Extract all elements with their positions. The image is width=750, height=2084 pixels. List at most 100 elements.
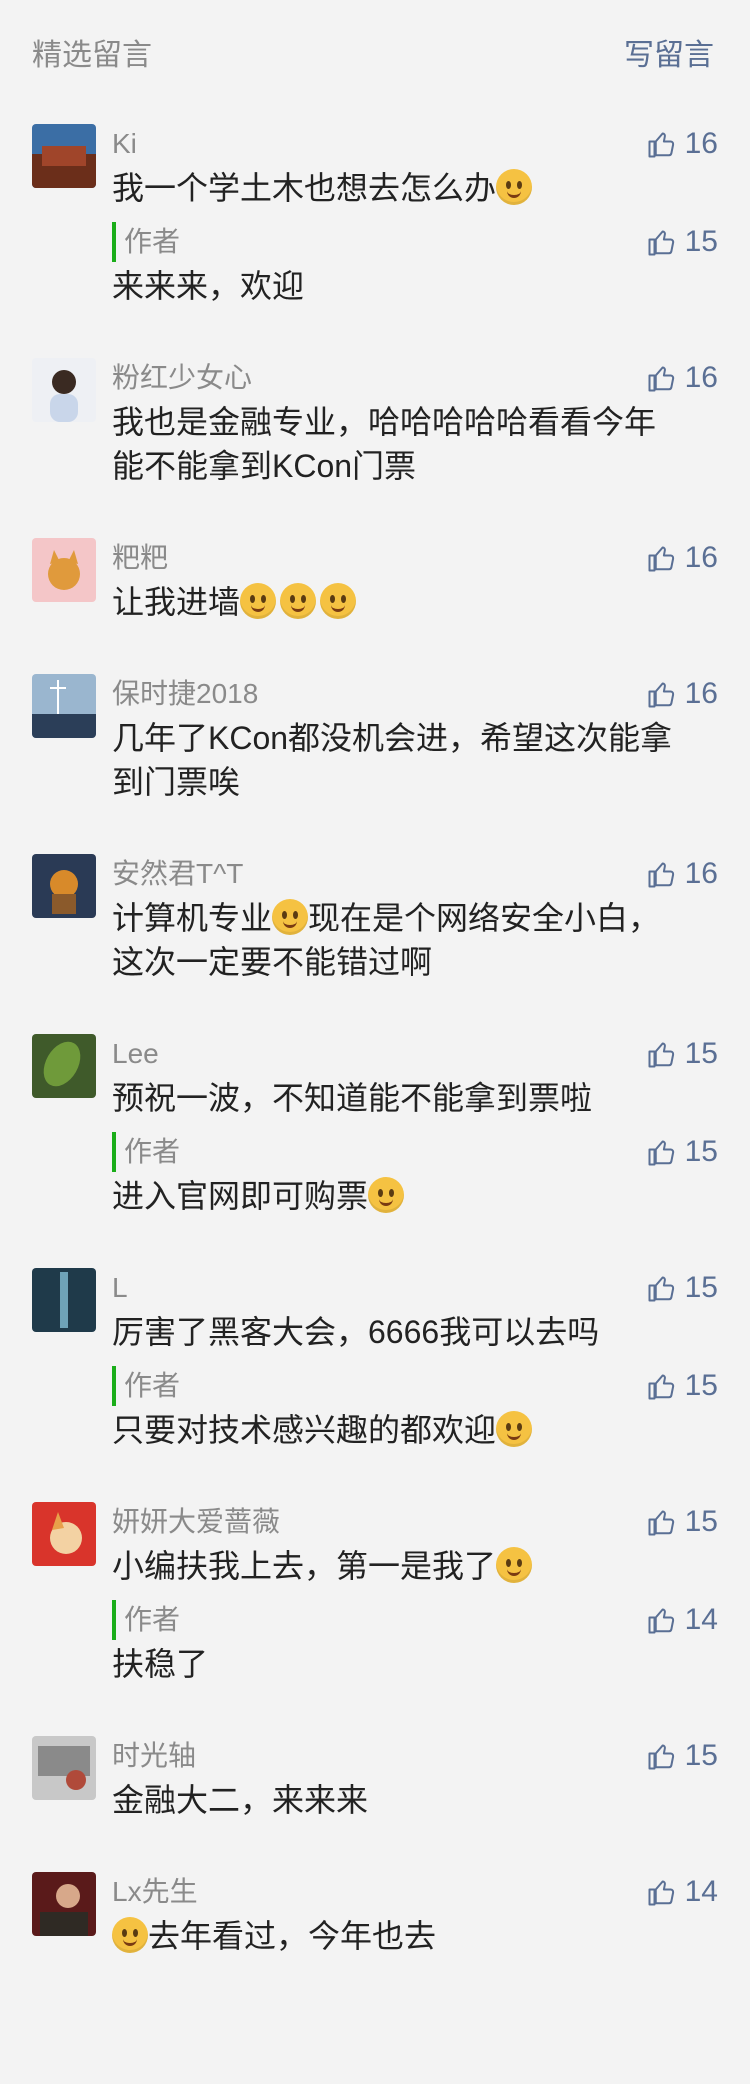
commenter-name: Ki xyxy=(112,128,137,159)
commenter-name: 保时捷2018 xyxy=(112,678,259,709)
commenter-name: 安然君T^T xyxy=(112,858,244,889)
smiley-emoji xyxy=(320,583,357,619)
commenter-name: Lx先生 xyxy=(112,1876,198,1907)
comment-item: 16 保时捷2018 几年了KCon都没机会进，希望这次能拿到门票唉 xyxy=(0,674,750,804)
commenter-name: 妍妍大爱蔷薇 xyxy=(112,1506,281,1537)
like-count: 14 xyxy=(684,1875,718,1908)
smiley-emoji xyxy=(496,169,533,205)
like-button[interactable]: 15 xyxy=(647,1366,718,1406)
like-count: 16 xyxy=(684,127,718,160)
like-count: 16 xyxy=(684,677,718,710)
reply-text: 只要对技术感兴趣的都欢迎 xyxy=(112,1408,718,1452)
like-count: 15 xyxy=(684,1135,718,1168)
commenter-name: 粑粑 xyxy=(112,542,169,573)
avatar[interactable] xyxy=(32,538,96,602)
commenter-name: 时光轴 xyxy=(112,1740,197,1771)
like-button[interactable]: 16 xyxy=(647,358,718,398)
thumbs-up-icon xyxy=(648,1374,674,1400)
comment-item: 15 Lee 预祝一波，不知道能不能拿到票啦 15 作者 进入官网即可购票 xyxy=(0,1034,750,1218)
commenter-name: 粉红少女心 xyxy=(112,362,253,393)
author-label: 作者 xyxy=(112,222,718,262)
like-count: 15 xyxy=(684,1271,718,1304)
avatar[interactable] xyxy=(32,358,96,422)
comment-item: 15 L 厉害了黑客大会，6666我可以去吗 15 作者 只要对技术感兴趣的都欢… xyxy=(0,1268,750,1452)
crying-emoji xyxy=(272,899,309,935)
thumbs-up-icon xyxy=(648,1042,674,1068)
commenter-name: Lee xyxy=(112,1038,159,1069)
thumbs-up-icon xyxy=(648,862,674,888)
like-count: 15 xyxy=(684,1739,718,1772)
author-label: 作者 xyxy=(112,1600,718,1640)
commenter-name: L xyxy=(112,1272,128,1303)
like-count: 16 xyxy=(684,361,718,394)
thumbs-up-icon xyxy=(648,682,674,708)
like-button[interactable]: 15 xyxy=(647,1034,718,1074)
comment-text: 几年了KCon都没机会进，希望这次能拿到门票唉 xyxy=(112,720,673,800)
like-button[interactable]: 16 xyxy=(647,854,718,894)
wink-emoji xyxy=(368,1177,405,1213)
thumbs-up-icon xyxy=(648,1140,674,1166)
thumbs-up-icon xyxy=(648,366,674,392)
smiley-emoji xyxy=(496,1547,533,1583)
avatar[interactable] xyxy=(32,124,96,188)
thumbs-up-icon xyxy=(648,1880,674,1906)
write-comment-link[interactable]: 写留言 xyxy=(624,30,714,74)
author-label: 作者 xyxy=(112,1366,718,1406)
reply-text: 扶稳了 xyxy=(112,1646,209,1682)
thumbs-up-icon xyxy=(648,230,674,256)
reply-text: 进入官网即可购票 xyxy=(112,1174,718,1218)
comment-item: 16 安然君T^T 计算机专业 现在是个网络安全小白，这次一定要不能错过啊 xyxy=(0,854,750,984)
like-button[interactable]: 14 xyxy=(647,1600,718,1640)
section-title: 精选留言 xyxy=(32,39,152,72)
author-label: 作者 xyxy=(112,1132,718,1172)
author-reply: 15 作者 来来来，欢迎 xyxy=(112,222,718,308)
comment-text: 预祝一波，不知道能不能拿到票啦 xyxy=(112,1080,593,1116)
comment-item: 15 时光轴 金融大二，来来来 xyxy=(0,1736,750,1822)
comment-text: 厉害了黑客大会，6666我可以去吗 xyxy=(112,1314,600,1350)
thumbs-up-icon xyxy=(648,1510,674,1536)
thumbs-up-icon xyxy=(648,1608,674,1634)
like-count: 14 xyxy=(684,1603,718,1636)
like-count: 15 xyxy=(684,225,718,258)
like-button[interactable]: 15 xyxy=(647,1502,718,1542)
avatar[interactable] xyxy=(32,854,96,918)
smiley-emoji xyxy=(240,583,277,619)
like-button[interactable]: 15 xyxy=(647,1132,718,1172)
reply-text: 来来来，欢迎 xyxy=(112,268,305,304)
comment-text: 计算机专业 现在是个网络安全小白，这次一定要不能错过啊 xyxy=(112,899,661,980)
like-button[interactable]: 16 xyxy=(647,124,718,164)
like-button[interactable]: 15 xyxy=(647,1736,718,1776)
thumbs-up-icon xyxy=(648,1276,674,1302)
author-reply: 14 作者 扶稳了 xyxy=(112,1600,718,1686)
smiley-emoji xyxy=(112,1917,148,1953)
comment-text: 我一个学土木也想去怎么办 xyxy=(112,166,718,210)
comment-item: 15 妍妍大爱蔷薇 小编扶我上去，第一是我了 14 作者 扶稳了 xyxy=(0,1502,750,1686)
like-button[interactable]: 15 xyxy=(647,222,718,262)
avatar[interactable] xyxy=(32,1872,96,1936)
comment-item: 16 Ki 我一个学土木也想去怎么办 15 作者 来来来，欢迎 xyxy=(0,124,750,308)
comments-header: 精选留言 写留言 xyxy=(0,0,750,100)
like-button[interactable]: 14 xyxy=(647,1872,718,1912)
comment-text: 让我进墙 xyxy=(112,580,718,624)
like-count: 15 xyxy=(684,1037,718,1070)
comment-item: 16 粉红少女心 我也是金融专业，哈哈哈哈哈看看今年能不能拿到KCon门票 xyxy=(0,358,750,488)
author-reply: 15 作者 进入官网即可购票 xyxy=(112,1132,718,1218)
avatar[interactable] xyxy=(32,1034,96,1098)
avatar[interactable] xyxy=(32,1502,96,1566)
avatar[interactable] xyxy=(32,1736,96,1800)
like-count: 16 xyxy=(684,857,718,890)
thumbs-up-icon xyxy=(648,132,674,158)
like-button[interactable]: 16 xyxy=(647,538,718,578)
like-count: 16 xyxy=(684,541,718,574)
like-button[interactable]: 16 xyxy=(647,674,718,714)
like-button[interactable]: 15 xyxy=(647,1268,718,1308)
avatar[interactable] xyxy=(32,1268,96,1332)
comment-text: 我也是金融专业，哈哈哈哈哈看看今年能不能拿到KCon门票 xyxy=(112,404,657,484)
author-reply: 15 作者 只要对技术感兴趣的都欢迎 xyxy=(112,1366,718,1452)
comment-item: 16 粑粑 让我进墙 xyxy=(0,538,750,624)
comment-text: 小编扶我上去，第一是我了 xyxy=(112,1544,718,1588)
smiley-emoji xyxy=(496,1411,533,1447)
thumbs-up-icon xyxy=(648,1744,674,1770)
avatar[interactable] xyxy=(32,674,96,738)
thumbs-up-icon xyxy=(648,546,674,572)
